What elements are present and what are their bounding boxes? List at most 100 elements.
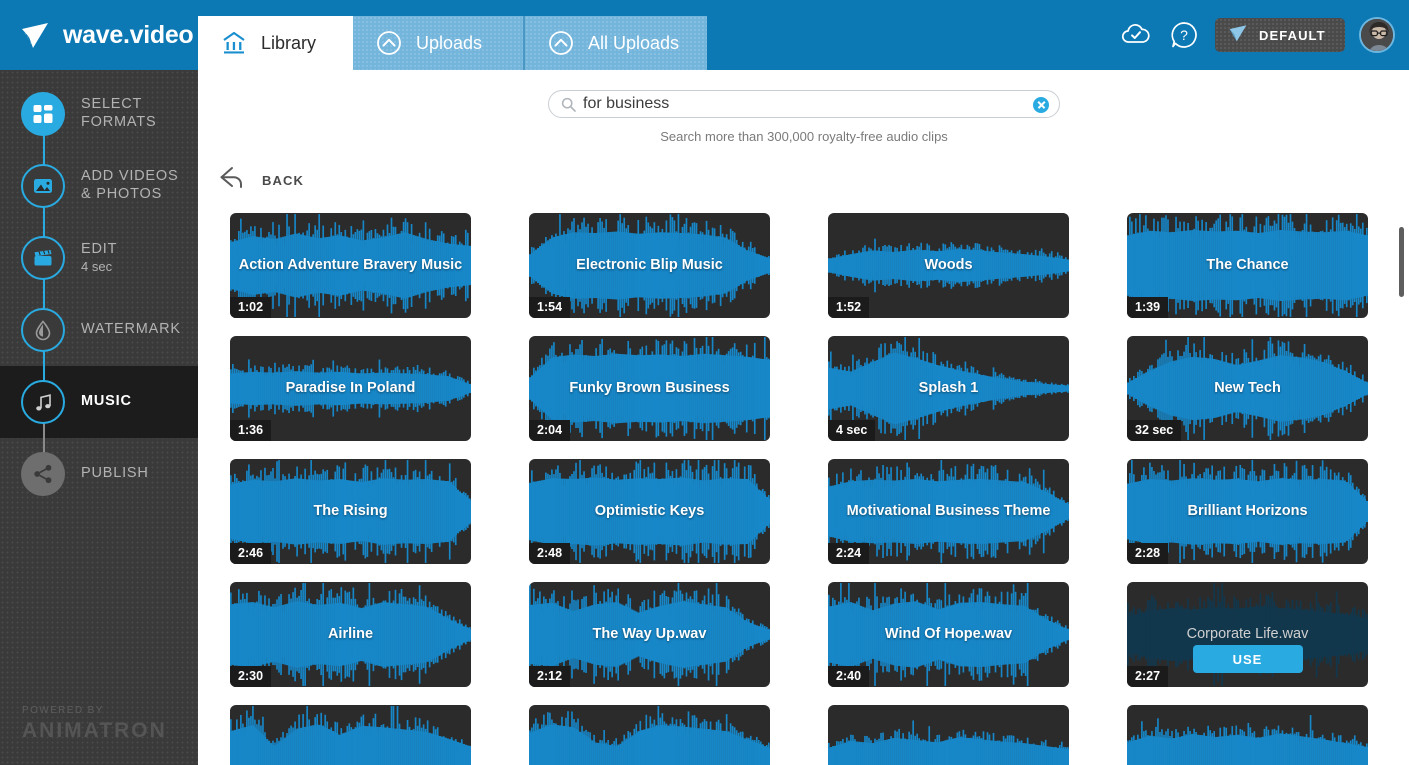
music-note-icon bbox=[21, 380, 65, 424]
audio-track-card[interactable]: Motivational Business Theme2:24 bbox=[828, 459, 1069, 564]
sidebar-item-label: EDIT 4 sec bbox=[81, 241, 117, 275]
workflow-sidebar: SELECT FORMATS ADD VIDEOS & PHOTOS bbox=[0, 70, 198, 765]
audio-track-card[interactable]: Splash 1 4 sec bbox=[828, 336, 1069, 441]
audio-track-title: Funky Brown Business bbox=[537, 380, 762, 398]
audio-track-card[interactable] bbox=[529, 705, 770, 765]
audio-track-card[interactable]: Funky Brown Business2:04 bbox=[529, 336, 770, 441]
audio-track-duration: 2:40 bbox=[828, 666, 869, 687]
powered-by-label: POWERED BY bbox=[22, 705, 167, 716]
audio-track-card[interactable]: The Chance 1:39 bbox=[1127, 213, 1368, 318]
header-tabs: Library Uploads bbox=[198, 16, 707, 70]
clear-search-icon[interactable] bbox=[1033, 97, 1049, 113]
library-bank-icon bbox=[220, 29, 248, 57]
audio-track-title: Woods bbox=[836, 257, 1061, 275]
sidebar-item-watermark[interactable]: WATERMARK bbox=[0, 294, 198, 366]
audio-track-title: Splash 1 bbox=[836, 380, 1061, 398]
play-triangle-icon bbox=[1227, 22, 1249, 49]
audio-track-title: Motivational Business Theme bbox=[836, 503, 1061, 521]
sidebar-item-label: WATERMARK bbox=[81, 321, 181, 339]
app-root: wave.video Library bbox=[0, 0, 1409, 765]
clapperboard-icon bbox=[21, 236, 65, 280]
audio-track-duration: 2:27 bbox=[1127, 666, 1168, 687]
audio-track-duration: 32 sec bbox=[1127, 420, 1181, 441]
audio-track-card[interactable]: Action Adventure Bravery Music 1:02 bbox=[230, 213, 471, 318]
audio-track-card[interactable]: Woods 1:52 bbox=[828, 213, 1069, 318]
audio-track-title: Paradise In Poland bbox=[238, 380, 463, 398]
sidebar-item-label: PUBLISH bbox=[81, 465, 149, 483]
audio-track-card[interactable]: Corporate Life.wav2:27USE bbox=[1127, 582, 1368, 687]
audio-track-title: Action Adventure Bravery Music bbox=[238, 257, 463, 275]
tab-uploads[interactable]: Uploads bbox=[353, 16, 523, 70]
audio-track-card[interactable]: Brilliant Horizons 2:28 bbox=[1127, 459, 1368, 564]
brand-name: wave.video bbox=[63, 21, 193, 50]
audio-track-card[interactable]: New Tech 32 sec bbox=[1127, 336, 1368, 441]
tab-uploads-label: Uploads bbox=[416, 33, 482, 54]
edit-duration: 4 sec bbox=[81, 259, 117, 275]
audio-track-card[interactable]: Wind Of Hope.wav2:40 bbox=[828, 582, 1069, 687]
back-button[interactable]: BACK bbox=[218, 165, 304, 196]
sidebar-item-select-formats[interactable]: SELECT FORMATS bbox=[0, 78, 198, 150]
audio-track-duration: 1:39 bbox=[1127, 297, 1168, 318]
audio-track-duration: 2:12 bbox=[529, 666, 570, 687]
audio-track-duration: 2:30 bbox=[230, 666, 271, 687]
use-track-button[interactable]: USE bbox=[1193, 645, 1303, 673]
audio-track-card[interactable]: The Rising 2:46 bbox=[230, 459, 471, 564]
project-default-button[interactable]: DEFAULT bbox=[1215, 18, 1345, 52]
waveform-icon bbox=[230, 705, 471, 765]
audio-track-title: The Chance bbox=[1135, 257, 1360, 275]
image-icon bbox=[21, 164, 65, 208]
search-hint: Search more than 300,000 royalty-free au… bbox=[548, 129, 1060, 144]
audio-track-card[interactable]: Optimistic Keys2:48 bbox=[529, 459, 770, 564]
audio-track-card[interactable] bbox=[1127, 705, 1368, 765]
project-default-label: DEFAULT bbox=[1259, 28, 1326, 43]
play-triangle-icon bbox=[18, 18, 52, 52]
question-mark-circle-icon[interactable]: ? bbox=[1167, 18, 1201, 52]
tab-library[interactable]: Library bbox=[198, 16, 353, 70]
back-label: BACK bbox=[262, 173, 304, 188]
vertical-scrollbar[interactable] bbox=[1397, 70, 1406, 765]
sidebar-item-publish[interactable]: PUBLISH bbox=[0, 438, 198, 510]
search-input[interactable] bbox=[583, 95, 1025, 113]
audio-track-card[interactable]: Electronic Blip Music1:54 bbox=[529, 213, 770, 318]
cloud-check-icon[interactable] bbox=[1119, 18, 1153, 52]
audio-track-card[interactable]: Paradise In Poland 1:36 bbox=[230, 336, 471, 441]
audio-track-duration: 2:28 bbox=[1127, 543, 1168, 564]
sidebar-item-add-videos-photos[interactable]: ADD VIDEOS & PHOTOS bbox=[0, 150, 198, 222]
search-box[interactable] bbox=[548, 90, 1060, 118]
audio-track-title: Brilliant Horizons bbox=[1135, 503, 1360, 521]
audio-track-title: New Tech bbox=[1135, 380, 1360, 398]
audio-track-duration: 1:52 bbox=[828, 297, 869, 318]
audio-track-duration: 2:46 bbox=[230, 543, 271, 564]
upload-arrow-circle-icon bbox=[547, 29, 575, 57]
sidebar-item-music[interactable]: MUSIC bbox=[0, 366, 198, 438]
waveform-icon bbox=[1127, 705, 1368, 765]
search-area: Search more than 300,000 royalty-free au… bbox=[548, 90, 1060, 144]
sidebar-item-edit[interactable]: EDIT 4 sec bbox=[0, 222, 198, 294]
avatar[interactable] bbox=[1359, 17, 1395, 53]
svg-text:?: ? bbox=[1180, 27, 1188, 43]
audio-track-duration: 1:36 bbox=[230, 420, 271, 441]
share-icon bbox=[21, 452, 65, 496]
tab-all-uploads-label: All Uploads bbox=[588, 33, 679, 54]
audio-track-duration: 4 sec bbox=[828, 420, 875, 441]
sidebar-item-label: MUSIC bbox=[81, 393, 132, 411]
magnifier-icon bbox=[561, 97, 576, 112]
audio-track-title: The Way Up.wav bbox=[537, 626, 762, 644]
audio-track-title: The Rising bbox=[238, 503, 463, 521]
formats-icon bbox=[21, 92, 65, 136]
scrollbar-thumb[interactable] bbox=[1399, 227, 1404, 297]
waveform-icon bbox=[828, 705, 1069, 765]
audio-track-card[interactable]: Airline2:30 bbox=[230, 582, 471, 687]
audio-track-card[interactable] bbox=[230, 705, 471, 765]
brand-logo[interactable]: wave.video bbox=[18, 0, 198, 70]
tab-all-uploads[interactable]: All Uploads bbox=[525, 16, 707, 70]
header-actions: ? DEFAULT bbox=[1119, 0, 1395, 70]
audio-track-card[interactable]: The Way Up.wav 2:12 bbox=[529, 582, 770, 687]
audio-track-grid: Action Adventure Bravery Music 1:02 Electr… bbox=[230, 213, 1390, 765]
powered-by: POWERED BY ANIMATRON bbox=[22, 705, 167, 743]
sidebar-item-label: ADD VIDEOS & PHOTOS bbox=[81, 168, 178, 203]
audio-track-duration: 1:02 bbox=[230, 297, 271, 318]
audio-track-card[interactable] bbox=[828, 705, 1069, 765]
upload-arrow-circle-icon bbox=[375, 29, 403, 57]
droplet-icon bbox=[21, 308, 65, 352]
